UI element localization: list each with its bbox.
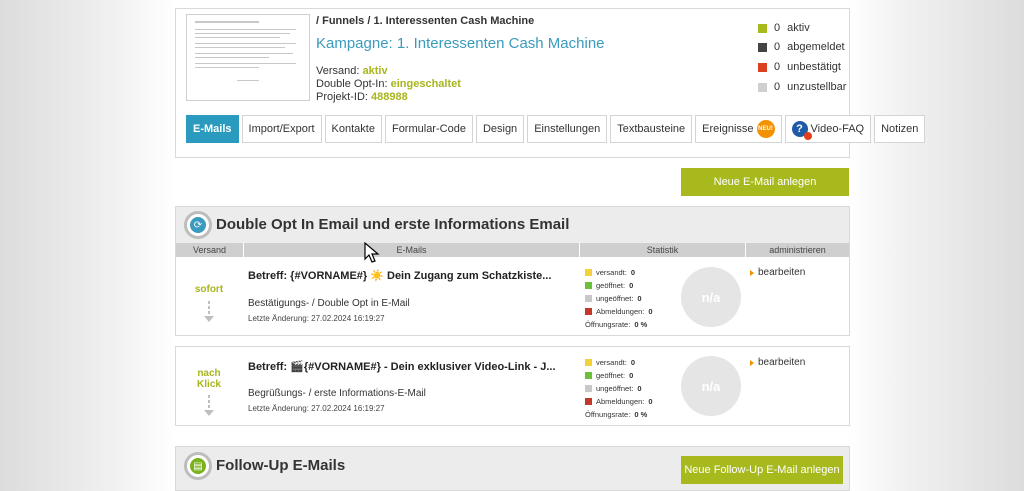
tab-video-faq-label: Video-FAQ [810,123,865,135]
breadcrumb: / Funnels / 1. Interessenten Cash Machin… [316,15,535,27]
last-changed: Letzte Änderung: 27.02.2024 16:19:27 [248,404,385,413]
doi-section: ⟳ Double Opt In Email und erste Informat… [175,206,850,336]
edit-link[interactable]: bearbeiten [750,357,805,368]
stat-abmeldungen: Abmeldungen: 0 [585,395,653,408]
stat-versandt: versandt: 0 [585,356,653,369]
tab-kontakte[interactable]: Kontakte [324,115,382,143]
legend-abgemeldet: 0 abgemeldet [758,41,845,53]
send-timing: nach Klick [176,368,242,390]
legend-unbestaetigt: 0 unbestätigt [758,61,841,73]
doi-value: eingeschaltet [390,78,461,90]
col-administrieren: administrieren [769,245,826,255]
stats-pie-placeholder: n/a [681,267,741,327]
legend-abgemeldet-label: abgemeldet [787,41,845,53]
arrow-down-icon [204,301,214,322]
tab-textbausteine[interactable]: Textbausteine [610,115,693,143]
tab-video-faq[interactable]: ? Video-FAQ [784,115,872,143]
email-stats: versandt: 0 geöffnet: 0 ungeöffnet: 0 Abmel… [585,266,653,331]
arrow-down-icon [204,395,214,416]
email-description: Begrüßungs- / erste Informations-E-Mail [248,388,426,399]
last-changed: Letzte Änderung: 27.02.2024 16:19:27 [248,314,385,323]
new-followup-email-button[interactable]: Neue Follow-Up E-Mail anlegen [681,456,843,484]
stat-oeffnungsrate: Öffnungsrate: 0 % [585,320,648,329]
cycle-icon: ⟳ [184,211,212,239]
legend-unbestaetigt-count: 0 [774,61,781,73]
followup-icon: ▤ [184,452,212,480]
email-row: nach Klick Betreff: 🎬{#VORNAME#} - Dein … [175,346,850,426]
col-statistik: Statistik [580,243,746,257]
stat-ungeoeffnet: ungeöffnet: 0 [585,292,653,305]
help-video-icon: ? [791,121,812,140]
tab-formular-code[interactable]: Formular-Code [384,115,473,143]
campaign-header-card: / Funnels / 1. Interessenten Cash Machin… [175,8,926,158]
tab-design[interactable]: Design [475,115,525,143]
legend-abgemeldet-count: 0 [774,41,781,53]
section-title: Double Opt In Email und erste Informatio… [216,216,570,233]
campaign-tabs: E-Mails Import/Export Kontakte Formular-… [186,115,926,143]
edit-link[interactable]: bearbeiten [750,267,805,278]
tab-emails[interactable]: E-Mails [186,115,239,143]
followup-section: ▤ Follow-Up E-Mails Neue Follow-Up E-Mai… [175,446,850,491]
send-timing-line1: nach [197,368,221,379]
legend-aktiv-count: 0 [774,22,781,34]
triangle-right-icon [750,269,754,276]
campaign-title: Kampagne: 1. Interessenten Cash Machine [316,35,605,52]
stat-geoeffnet: geöffnet: 0 [585,279,653,292]
tab-ereignisse-label: Ereignisse [702,123,754,135]
email-row: sofort Betreff: {#VORNAME#} ☀️ Dein Zuga… [176,257,849,337]
legend-unbestaetigt-swatch [758,62,767,72]
email-preview-thumbnail[interactable] [186,14,310,101]
new-badge: NEU! [756,120,775,138]
edit-link-label: bearbeiten [758,357,806,368]
legend-abgemeldet-swatch [758,42,767,52]
table-column-header: Versand E-Mails Statistik administrieren [176,243,849,257]
tab-ereignisse[interactable]: Ereignisse NEU! [695,115,782,143]
followup-title: Follow-Up E-Mails [216,457,346,474]
tab-notizen[interactable]: Notizen [874,115,926,143]
section-header: ⟳ Double Opt In Email und erste Informat… [176,207,849,243]
doi-label: Double Opt-In: [316,78,388,90]
versand-label: Versand: [316,65,360,77]
tab-import-export[interactable]: Import/Export [241,115,322,143]
stats-pie-placeholder: n/a [681,356,741,416]
versand-value: aktiv [362,65,388,77]
legend-unzustellbar-count: 0 [774,81,781,93]
triangle-right-icon [750,359,754,366]
new-email-button[interactable]: Neue E-Mail anlegen [681,168,849,196]
legend-unzustellbar: 0 unzustellbar [758,81,846,93]
doi-status: Double Opt-In: eingeschaltet [316,78,461,90]
email-description: Bestätigungs- / Double Opt in E-Mail [248,298,410,309]
legend-unzustellbar-label: unzustellbar [787,81,847,93]
project-id: Projekt-ID: 488988 [316,91,408,103]
edit-link-label: bearbeiten [758,267,806,278]
stat-ungeoeffnet: ungeöffnet: 0 [585,382,653,395]
versand-status: Versand: aktiv [316,65,388,77]
send-timing-line2: Klick [197,379,221,390]
tab-einstellungen[interactable]: Einstellungen [527,115,608,143]
col-emails: E-Mails [244,243,580,257]
col-versand: Versand [176,243,244,257]
legend-aktiv-swatch [758,23,767,33]
mouse-cursor-icon [364,242,380,263]
legend-aktiv-label: aktiv [787,22,810,34]
stat-abmeldungen: Abmeldungen: 0 [585,305,653,318]
email-subject[interactable]: Betreff: 🎬{#VORNAME#} - Dein exklusiver … [248,360,556,373]
send-timing: sofort [194,284,224,295]
stat-versandt: versandt: 0 [585,266,653,279]
email-subject[interactable]: Betreff: {#VORNAME#} ☀️ Dein Zugang zum … [248,269,551,282]
email-stats: versandt: 0 geöffnet: 0 ungeöffnet: 0 Abmel… [585,356,653,421]
legend-aktiv: 0 aktiv [758,22,810,34]
stat-geoeffnet: geöffnet: 0 [585,369,653,382]
legend-unbestaetigt-label: unbestätigt [787,61,841,73]
stat-oeffnungsrate: Öffnungsrate: 0 % [585,410,648,419]
project-id-value: 488988 [371,91,408,103]
legend-unzustellbar-swatch [758,82,767,92]
project-id-label: Projekt-ID: [316,91,368,103]
